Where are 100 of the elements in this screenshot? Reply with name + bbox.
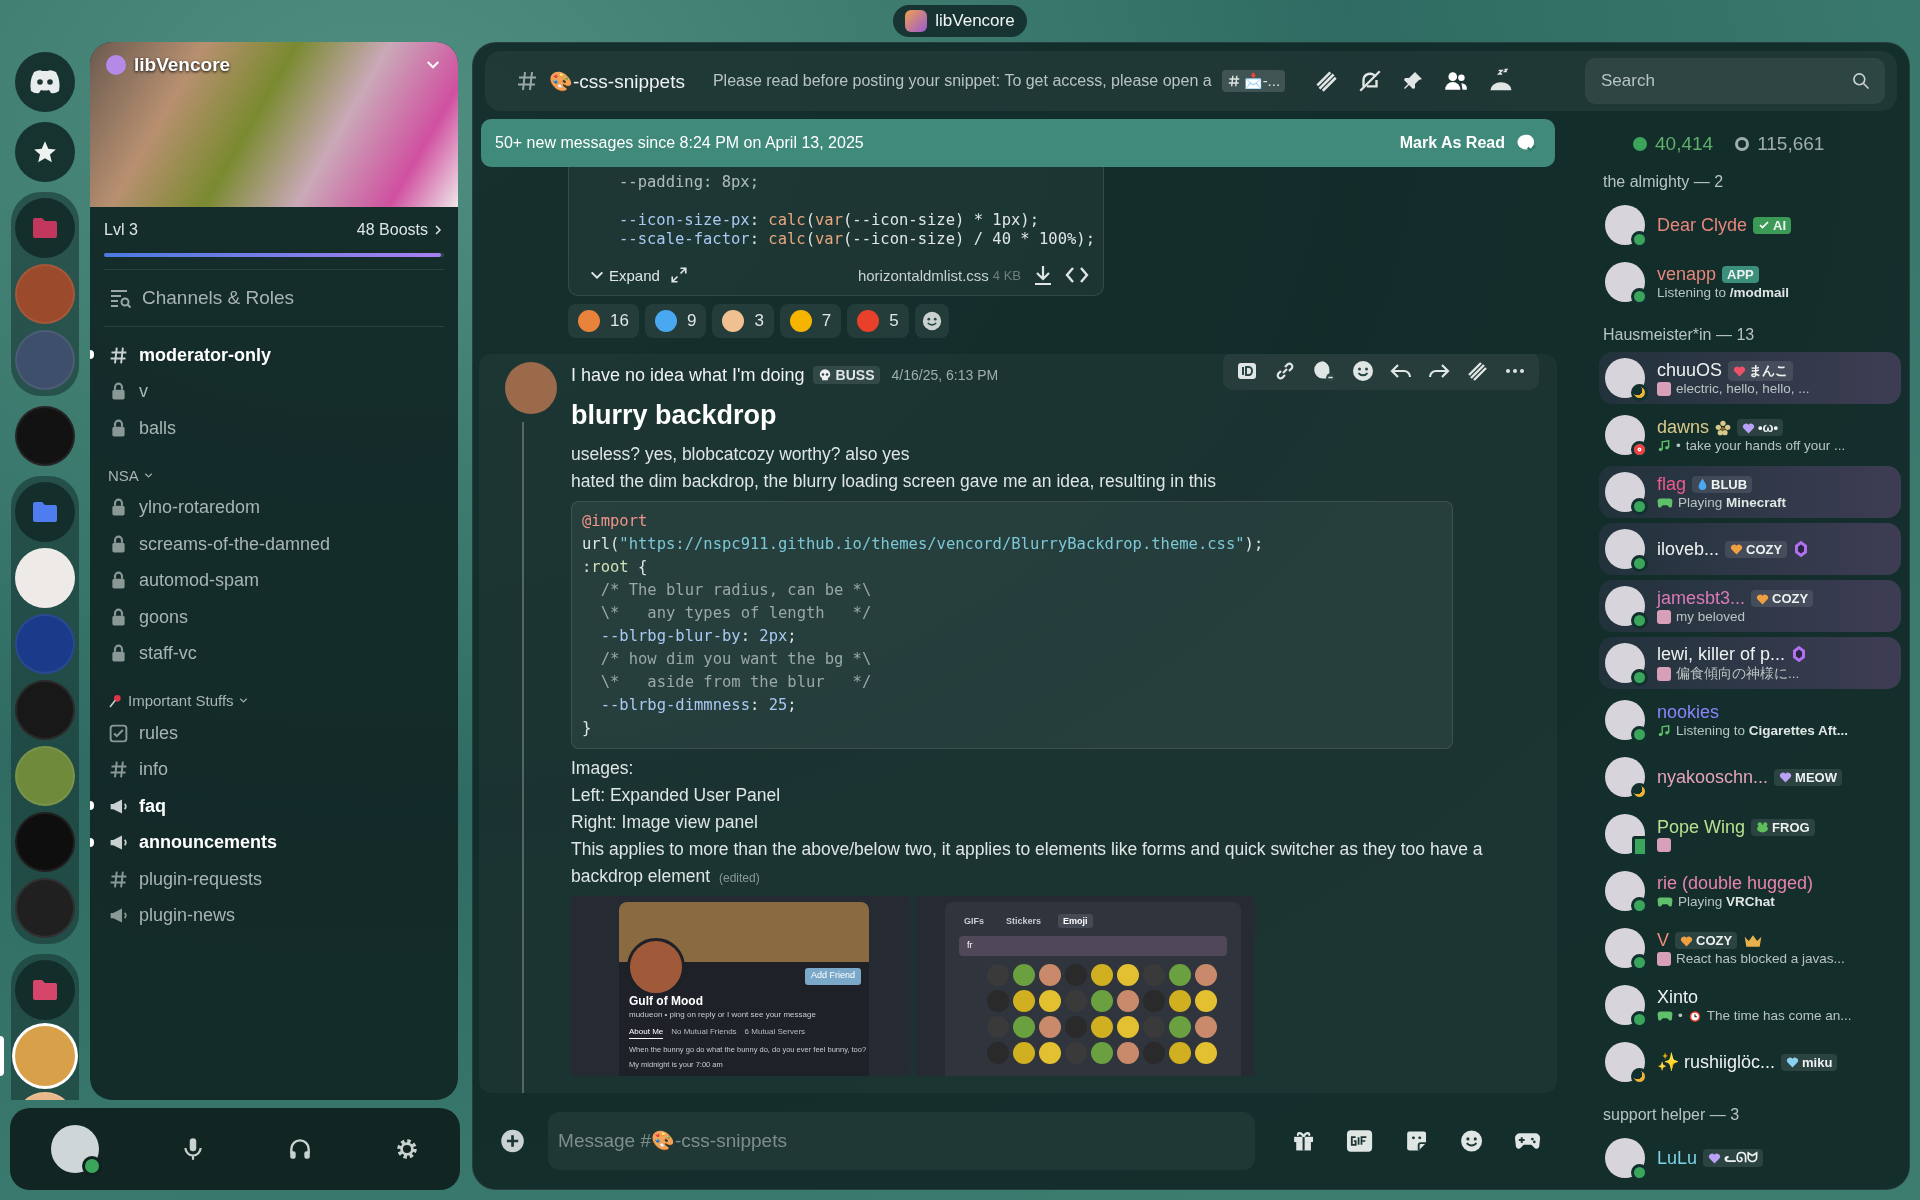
member-item[interactable]: venapp APP Listening to /modmail: [1599, 256, 1901, 308]
star-icon: [32, 139, 58, 165]
folder-button[interactable]: [15, 482, 75, 542]
favorites-button[interactable]: [15, 122, 75, 182]
server-icon[interactable]: [15, 548, 75, 608]
member-item[interactable]: flag BLUB Playing Minecraft: [1599, 466, 1901, 518]
code-line: }: [582, 718, 593, 739]
gamepad-icon: [1657, 894, 1673, 909]
file-name[interactable]: horizontaldmlist.css: [857, 266, 989, 284]
reaction-chip[interactable]: 7: [779, 304, 842, 338]
channel-mention[interactable]: 📩-...: [1221, 70, 1286, 92]
member-tag-text: •ω•: [1758, 420, 1779, 435]
member-item[interactable]: Dear Clyde AI: [1599, 199, 1901, 251]
member-name: lewi, killer of p...: [1657, 643, 1786, 665]
profile-tab-label: About Me: [629, 1027, 664, 1039]
member-item[interactable]: rie (double hugged) Playing VRChat: [1599, 865, 1901, 917]
mention-text[interactable]: 📩-...: [1243, 72, 1281, 90]
channel-item[interactable]: rules: [90, 715, 458, 752]
new-messages-bar[interactable]: 50+ new messages since 8:24 PM on April 13, 2025 Mark As Read: [481, 119, 1555, 167]
channel-item[interactable]: plugin-news: [90, 897, 458, 934]
music-note-icon: [1657, 723, 1671, 738]
member-item[interactable]: iloveb... COZY: [1599, 523, 1901, 575]
member-item[interactable]: Xinto • The time has come an...: [1599, 979, 1901, 1031]
smiley-icon: [920, 310, 943, 332]
fullscreen-icon[interactable]: [669, 266, 688, 284]
code-line: --blrbg-dimmness: 25;: [599, 695, 798, 716]
member-name: Xinto: [1657, 987, 1699, 1008]
member-tag-text: miku: [1802, 1054, 1833, 1070]
smiley-icon[interactable]: [1351, 359, 1375, 383]
category-header[interactable]: NSA: [90, 456, 458, 490]
channel-item[interactable]: ylno-rotaredom: [90, 489, 458, 526]
screenshot-attachment[interactable]: [571, 896, 911, 1076]
reaction-chip[interactable]: 9: [644, 304, 707, 338]
role-section-title: the almighty — 2: [1602, 173, 1725, 192]
member-item[interactable]: nookies Listening to Cigarettes Aft...: [1599, 694, 1901, 746]
online-status-dot: [1631, 498, 1648, 515]
channel-item[interactable]: balls: [90, 410, 458, 447]
member-item[interactable]: lewi, killer of p... 偏食傾向の神様に...: [1599, 637, 1901, 689]
channels-and-roles[interactable]: Channels & Roles: [90, 270, 458, 326]
message-text: useless? yes, blobcatcozy worthy? also yes: [571, 443, 911, 466]
online-count: 40,414: [1655, 133, 1714, 155]
plus-icon[interactable]: [499, 1127, 527, 1155]
role-section-title: support helper — 3: [1602, 1106, 1741, 1125]
channel-item[interactable]: faq: [90, 788, 458, 825]
server-badge-icon: [106, 55, 126, 75]
member-tag-text: COZY: [1772, 591, 1809, 606]
member-name: ✨ rushiiglöc...: [1657, 1051, 1776, 1073]
reaction-chip[interactable]: 3: [712, 304, 774, 338]
screenshot-attachment[interactable]: GIFs Stickers Emoji fr: [915, 896, 1255, 1076]
channel-item[interactable]: automod-spam: [90, 562, 458, 599]
code-line: :root {: [582, 557, 649, 578]
reaction-chip[interactable]: 16: [568, 304, 639, 338]
member-status: electric, hello, hello, ...: [1676, 381, 1810, 396]
channel-item[interactable]: announcements: [90, 824, 458, 861]
hash-icon: [1226, 74, 1241, 88]
member-item[interactable]: dawns •ω• • take your hands off your ...: [1599, 409, 1901, 461]
reaction-chip[interactable]: 5: [847, 304, 909, 338]
chat-bubble-icon[interactable]: [1311, 358, 1337, 384]
boost-count[interactable]: 48 Boosts: [356, 221, 444, 239]
message-author[interactable]: I have no idea what I'm doing: [571, 364, 805, 386]
member-item[interactable]: jamesbt3... COZY my beloved: [1599, 580, 1901, 632]
channel-item[interactable]: plugin-requests: [90, 861, 458, 898]
category-header[interactable]: Important Stuffs: [90, 682, 458, 715]
gem-icon: [1791, 645, 1808, 663]
online-status-dot: [1631, 669, 1648, 686]
channel-item[interactable]: goons: [90, 599, 458, 636]
member-name: nyakooschn...: [1657, 766, 1769, 788]
member-item[interactable]: V COZY React has blocked a javas...: [1599, 922, 1901, 974]
channel-item[interactable]: info: [90, 751, 458, 788]
mark-as-read-button[interactable]: Mark As Read: [1399, 133, 1537, 153]
member-item[interactable]: Pope Wing FROG: [1599, 808, 1901, 860]
add-reaction-button[interactable]: [914, 304, 949, 338]
member-item[interactable]: LuLu ᓚᘏᗢ: [1599, 1132, 1901, 1184]
gif-icon[interactable]: [1346, 1129, 1374, 1153]
member-item[interactable]: chuuOS まんこ electric, hello, hello, ...: [1599, 352, 1901, 404]
channel-item[interactable]: staff-vc: [90, 635, 458, 672]
picker-search-field: fr: [959, 936, 1227, 956]
home-button[interactable]: [15, 52, 75, 112]
channel-item[interactable]: moderator-only: [90, 337, 458, 374]
channel-item[interactable]: screams-of-the-damned: [90, 526, 458, 563]
expand-button[interactable]: Expand: [589, 266, 660, 284]
mobile-status-icon: [1632, 836, 1648, 857]
server-folder[interactable]: [11, 476, 79, 944]
folder-button[interactable]: [15, 198, 75, 258]
member-name: nookies: [1657, 702, 1720, 723]
member-name: rie (double hugged): [1657, 873, 1814, 894]
member-item[interactable]: ✨ rushiiglöc... miku: [1599, 1036, 1901, 1088]
status-emoji-icon: [1657, 837, 1671, 852]
server-icon[interactable]: [15, 406, 75, 466]
message-text: Images:: [571, 757, 635, 780]
channel-name: 🎨-css-snippets: [549, 69, 685, 93]
folder-button[interactable]: [15, 960, 75, 1020]
online-status-dot: [1631, 288, 1648, 305]
member-item[interactable]: nyakooschn... MEOW: [1599, 751, 1901, 803]
status-separator: •: [1678, 1008, 1683, 1023]
user-avatar[interactable]: [50, 1125, 99, 1173]
smiley-icon[interactable]: [1458, 1128, 1484, 1154]
member-tag-text: COZY: [1746, 541, 1783, 557]
reaction-count: 5: [889, 311, 899, 331]
channel-item[interactable]: v: [90, 373, 458, 410]
